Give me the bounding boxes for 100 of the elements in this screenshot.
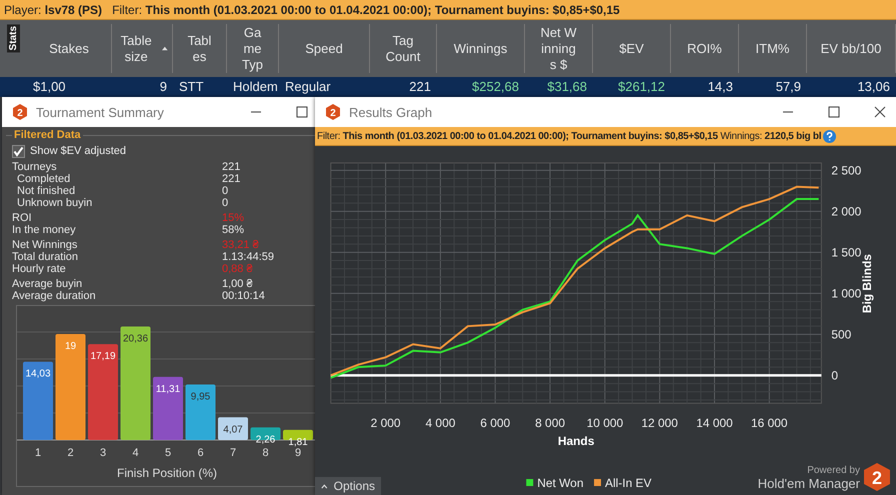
powered-by-text: Powered by	[807, 465, 860, 476]
bar-value: 17,19	[90, 351, 116, 362]
axis-label: 9	[294, 447, 302, 459]
table-row[interactable]: $1,00 9 STT Holdem Regular 221 $252,68 $31,68 $261,12 14,3 57,9 13,06	[0, 77, 896, 97]
stat-value: 0	[222, 197, 228, 209]
column-header[interactable]: Speed	[279, 24, 370, 73]
stat-value: 58%	[222, 224, 244, 236]
stats-tab[interactable]: Stats	[0, 20, 27, 77]
stat-label: Average duration	[11, 290, 97, 302]
options-button[interactable]: Options	[315, 477, 381, 495]
axis-label: 1	[34, 447, 42, 459]
stat-label: ROI	[11, 212, 33, 224]
column-header[interactable]: Game Typ	[227, 24, 279, 73]
stat-label: Tourneys	[11, 161, 58, 173]
legend-label: Net Won	[537, 476, 584, 490]
table-cell-text: 14,3	[706, 78, 734, 96]
bar-value: 2,26	[256, 434, 276, 446]
column-header[interactable]: EV bb/100	[807, 24, 896, 73]
close-icon[interactable]	[874, 106, 886, 118]
table-cell-text: $1,00	[32, 78, 67, 96]
tick-label: 6 000	[480, 416, 510, 430]
bar-value: 20,36	[122, 333, 148, 344]
stat-value: 0,88 ₴	[222, 263, 253, 275]
window-title: Results Graph	[349, 104, 432, 120]
logo-icon: 2	[325, 104, 341, 120]
column-header[interactable]: Net Winnings $	[525, 24, 593, 73]
table-cell-text: STT	[178, 78, 205, 96]
axis-label: 8	[262, 447, 269, 459]
bar	[283, 430, 313, 440]
column-header[interactable]: $EV	[593, 24, 671, 73]
tick-label: 10 000	[586, 416, 624, 430]
stat-value: 33,21 ₴	[222, 239, 259, 251]
stat-label: Average buyin	[11, 278, 84, 290]
bar	[186, 384, 216, 440]
tick-label: 1 500	[831, 245, 862, 260]
tick-label: 16 000	[751, 416, 788, 430]
maximize-icon[interactable]	[828, 106, 840, 118]
axis-label: 6	[197, 447, 204, 459]
stat-value: 00:10:14	[222, 290, 265, 302]
tick-label: 2 500	[831, 163, 862, 178]
stat-value: 221	[222, 161, 240, 173]
filter-text: Player: lsv78 (PS) Filter: This month (01.03.2021 00:00 to 01.04.2021 00:00); Tournament buyins: $0,85+$0,15	[4, 3, 620, 17]
axis-title: Finish Position (%)	[116, 466, 218, 480]
filter-text: Filter: This month (01.03.2021 00:00 to 01.04.2021 00:00); Tournament buyins: $0,85+$0,15 Winnings: 2120,5 big bl	[316, 130, 822, 142]
column-header[interactable]: ITM%	[739, 24, 807, 73]
column-header[interactable]: Tables	[173, 24, 227, 73]
table-cell-text: $261,12	[617, 78, 666, 96]
bar-value: 11,31	[156, 384, 180, 395]
tick-label: 2 000	[370, 416, 401, 430]
tick-label: 4 000	[425, 416, 456, 430]
bar	[153, 376, 183, 440]
stat-label: Net Winnings	[11, 239, 78, 251]
axis-label: 4	[132, 447, 139, 459]
stat-value: 0	[222, 185, 228, 197]
checkbox-label: Show $EV adjusted	[30, 145, 126, 157]
stat-value: 15%	[222, 212, 244, 224]
tick-label: 12 000	[641, 416, 678, 430]
column-header[interactable]: ROI%	[671, 24, 739, 73]
logo-icon: 2	[12, 104, 28, 120]
table-cell-text: 9	[158, 78, 168, 96]
table-cell-text: $252,68	[471, 78, 520, 96]
checkbox[interactable]	[12, 144, 25, 158]
legend-label: All-In EV	[605, 476, 652, 490]
table-cell-text: Regular	[284, 78, 332, 96]
help-icon[interactable]	[823, 130, 836, 142]
column-header[interactable]: Winnings	[437, 24, 525, 73]
tick-label: 500	[831, 327, 852, 342]
tick-label: 2 000	[831, 204, 862, 218]
axis-label: 7	[230, 447, 236, 459]
tick-label: 0	[831, 368, 838, 382]
stat-label: Hourly rate	[11, 263, 67, 275]
stat-label: Total duration	[11, 251, 80, 263]
table-cell-text: Holdem	[232, 78, 279, 96]
bar-value: 14,03	[25, 368, 51, 380]
section-title: Filtered Data	[12, 129, 83, 141]
column-header[interactable]: Tag Count	[370, 24, 437, 73]
stat-value: 1,00 ₴	[222, 278, 253, 290]
axis-title: Big Blinds	[860, 254, 874, 314]
caret-icon	[321, 484, 328, 488]
brand-name: Hold'em Manager	[758, 476, 860, 491]
bar	[218, 417, 248, 440]
axis-label: 5	[164, 447, 172, 459]
table-cell-text: $31,68	[546, 78, 588, 96]
tick-label: 8 000	[535, 416, 565, 430]
stat-label: In the money	[11, 224, 77, 236]
axis-title: Hands	[558, 434, 594, 448]
axis-label: 2	[67, 447, 74, 459]
column-header[interactable]: Table size	[112, 24, 173, 73]
table-cell-text: 221	[408, 78, 432, 96]
logo-icon: 2	[864, 463, 890, 491]
stat-value: 221	[222, 173, 240, 185]
maximize-icon[interactable]	[296, 106, 308, 118]
stat-label: Unknown buyin	[16, 197, 94, 209]
table-cell-text: 57,9	[774, 78, 802, 96]
stat-value: 1.13:44:59	[222, 251, 274, 263]
table-cell-text: 13,06	[856, 78, 891, 96]
window-title: Tournament Summary	[36, 104, 164, 120]
bar-value: 1,81	[288, 436, 308, 448]
column-header[interactable]: Stakes	[27, 24, 112, 73]
tick-label: 14 000	[696, 416, 733, 430]
